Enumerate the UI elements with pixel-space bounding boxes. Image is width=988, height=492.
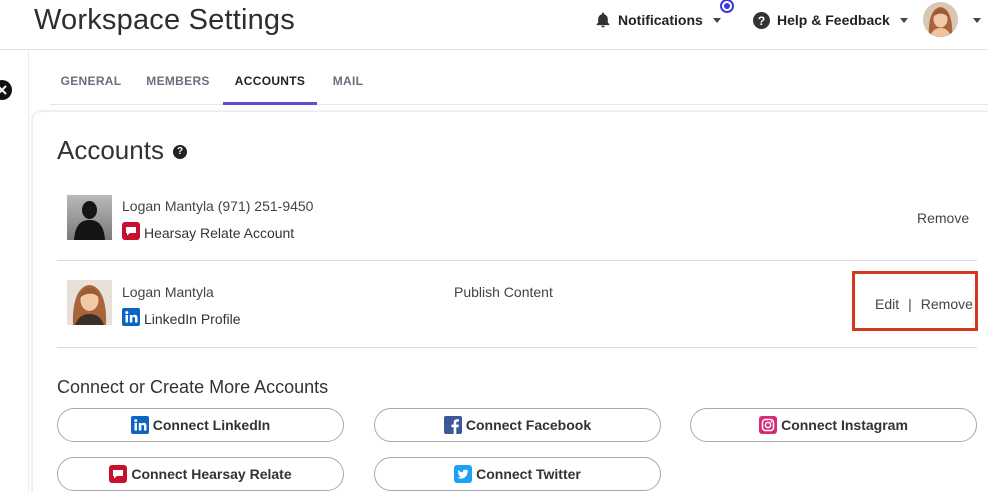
facebook-icon	[443, 416, 462, 434]
svg-text:?: ?	[758, 13, 765, 27]
account-type: LinkedIn Profile	[122, 308, 241, 329]
divider	[28, 50, 29, 492]
settings-tabs: GENERAL MEMBERS ACCOUNTS MAIL	[50, 50, 988, 105]
instagram-icon	[759, 416, 778, 434]
notification-badge	[720, 0, 734, 13]
notifications-label: Notifications	[618, 12, 703, 28]
chevron-down-icon	[712, 17, 721, 23]
account-name: Logan Mantyla (971) 251-9450	[122, 198, 314, 214]
help-feedback-menu[interactable]: ? Help & Feedback	[753, 10, 908, 30]
user-avatar[interactable]	[923, 2, 958, 37]
remove-account-button[interactable]: Remove	[917, 210, 969, 226]
button-label: Connect LinkedIn	[152, 417, 271, 433]
connect-section-title: Connect or Create More Accounts	[57, 377, 329, 397]
page-title: Workspace Settings	[34, 4, 295, 36]
help-icon: ?	[753, 11, 770, 29]
accounts-title: Accounts	[57, 135, 164, 165]
help-icon[interactable]: ?	[173, 145, 187, 159]
avatar	[67, 195, 112, 240]
notifications-menu[interactable]: Notifications	[596, 10, 721, 30]
connect-hearsay-relate-button[interactable]: Connect Hearsay Relate	[57, 457, 344, 491]
help-feedback-label: Help & Feedback	[777, 12, 890, 28]
tab-members[interactable]: MEMBERS	[136, 50, 220, 105]
permission-label: Publish Content	[454, 284, 553, 300]
twitter-icon	[454, 465, 473, 483]
button-label: Connect Instagram	[781, 417, 908, 433]
connect-facebook-button[interactable]: Connect Facebook	[374, 408, 661, 442]
edit-account-button[interactable]: Edit	[875, 296, 899, 312]
button-label: Connect Hearsay Relate	[131, 466, 292, 482]
top-bar: Workspace Settings Notifications ? Help …	[0, 0, 988, 50]
tab-accounts[interactable]: ACCOUNTS	[223, 50, 317, 105]
button-label: Connect Facebook	[465, 417, 592, 433]
tab-general[interactable]: GENERAL	[50, 50, 132, 105]
close-icon[interactable]	[0, 80, 12, 100]
bell-icon	[596, 12, 610, 28]
account-row: Logan Mantyla (971) 251-9450 Hearsay Rel…	[57, 175, 977, 261]
hearsay-relate-icon	[122, 222, 140, 243]
remove-account-button[interactable]: Remove	[921, 296, 973, 312]
chevron-down-icon	[899, 17, 908, 23]
hearsay-relate-icon	[109, 465, 128, 483]
account-type-label: LinkedIn Profile	[144, 310, 241, 327]
account-row: Logan Mantyla LinkedIn Profile Publish C…	[57, 261, 977, 348]
account-type: Hearsay Relate Account	[122, 222, 294, 243]
account-name: Logan Mantyla	[122, 284, 214, 300]
avatar	[67, 280, 112, 325]
connect-linkedin-button[interactable]: Connect LinkedIn	[57, 408, 344, 442]
action-separator: |	[908, 296, 912, 312]
linkedin-icon	[130, 416, 149, 434]
chevron-down-icon[interactable]	[973, 18, 981, 23]
connect-twitter-button[interactable]: Connect Twitter	[374, 457, 661, 491]
tab-mail[interactable]: MAIL	[324, 50, 372, 105]
account-type-label: Hearsay Relate Account	[144, 224, 295, 241]
connect-instagram-button[interactable]: Connect Instagram	[690, 408, 977, 442]
button-label: Connect Twitter	[476, 466, 581, 482]
linkedin-icon	[122, 308, 140, 329]
row-actions-highlight: Edit | Remove	[852, 271, 978, 331]
